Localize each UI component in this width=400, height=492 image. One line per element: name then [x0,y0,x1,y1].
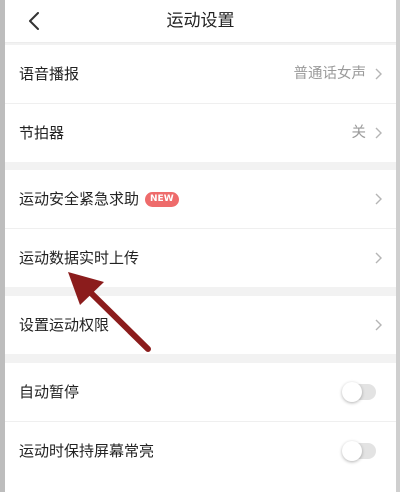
emergency-label-text: 运动安全紧急求助 [19,190,140,208]
settings-group-audio: 语音播报 普通话女声 节拍器 关 [5,45,396,162]
setting-row-permission[interactable]: 设置运动权限 [5,296,396,354]
setting-row-auto-pause: 自动暂停 [5,363,396,422]
chevron-right-icon [375,127,382,139]
chevron-left-icon [29,12,39,30]
setting-label-emergency: 运动安全紧急求助 NEW [19,170,179,228]
right-frame-edge [396,0,400,492]
setting-value-voice: 普通话女声 [293,66,367,82]
settings-group-behavior: 自动暂停 运动时保持屏幕常亮 [5,363,396,492]
setting-label-metronome: 节拍器 [19,124,65,142]
chevron-right-icon [375,68,382,80]
screen-on-toggle[interactable] [342,441,376,461]
setting-label-voice: 语音播报 [19,65,80,83]
chevron-right-icon [375,193,382,205]
nav-header: 运动设置 [5,0,396,43]
settings-group-permission: 设置运动权限 [5,296,396,354]
new-badge: NEW [145,192,179,207]
setting-row-emergency[interactable]: 运动安全紧急求助 NEW [5,170,396,229]
setting-value-metronome: 关 [351,125,367,141]
setting-row-realtime-upload[interactable]: 运动数据实时上传 [5,229,396,287]
settings-group-safety: 运动安全紧急求助 NEW 运动数据实时上传 [5,170,396,287]
back-button[interactable] [17,4,51,38]
setting-label-realtime-upload: 运动数据实时上传 [19,249,140,267]
setting-label-screen-on: 运动时保持屏幕常亮 [19,442,155,460]
setting-row-metronome[interactable]: 节拍器 关 [5,104,396,162]
toggle-knob [342,441,362,461]
page-title: 运动设置 [166,11,235,31]
setting-row-screen-on: 运动时保持屏幕常亮 [5,422,396,480]
chevron-right-icon [375,319,382,331]
toggle-knob [342,382,362,402]
setting-label-permission: 设置运动权限 [19,316,110,334]
auto-pause-toggle[interactable] [342,382,376,402]
setting-label-auto-pause: 自动暂停 [19,383,80,401]
setting-row-voice[interactable]: 语音播报 普通话女声 [5,45,396,104]
chevron-right-icon [375,252,382,264]
